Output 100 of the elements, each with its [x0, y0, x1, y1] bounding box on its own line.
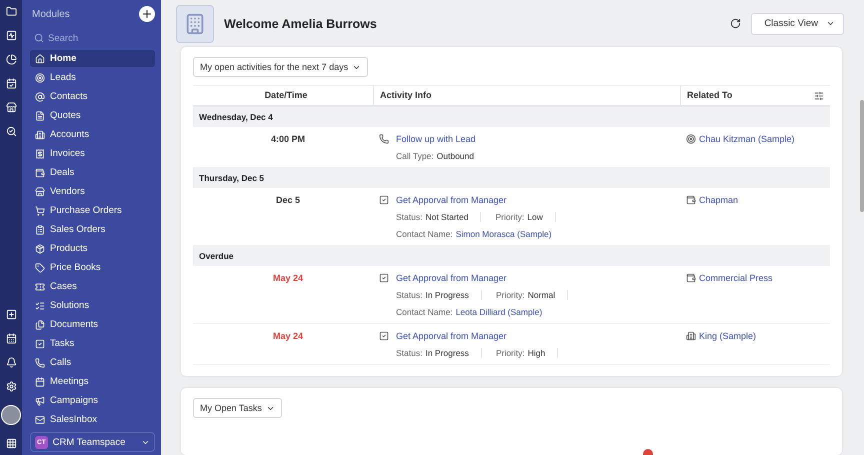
activity-detail: Status: In Progress — [396, 290, 482, 300]
tasks-filter-dropdown[interactable]: My Open Tasks — [193, 398, 282, 418]
welcome-title: Welcome Amelia Burrows — [224, 16, 378, 31]
package-icon — [35, 244, 45, 254]
building-logo-icon — [176, 4, 214, 43]
sidebar-item[interactable]: Documents — [30, 316, 155, 333]
activity-title-link[interactable]: Follow up with Lead — [396, 134, 476, 144]
activity-detail: Status: In Progress — [396, 348, 482, 358]
clipboard-icon — [35, 224, 45, 234]
home-icon — [35, 54, 45, 64]
scrollbar[interactable] — [860, 100, 864, 212]
sidebar-item[interactable]: Vendors — [30, 183, 155, 200]
activity-detail: Contact Name: Simon Morasca (Sample) — [396, 229, 553, 240]
activity-detail: Priority: Normal — [496, 290, 568, 300]
sidebar-title: Modules — [32, 8, 70, 20]
wallet-icon — [35, 168, 45, 178]
pie-chart-icon[interactable] — [6, 54, 16, 65]
activity-title-link[interactable]: Get Apporval from Manager — [396, 331, 507, 342]
chart-icon[interactable] — [6, 30, 16, 41]
receipt-icon — [35, 148, 45, 158]
sidebar-item[interactable]: Deals — [30, 164, 155, 181]
cart-icon — [35, 206, 45, 216]
task-icon — [379, 273, 389, 284]
activity-detail: Call Type: Outbound — [396, 151, 475, 162]
sidebar-item[interactable]: Calls — [30, 354, 155, 371]
group-header: Wednesday, Dec 4 — [193, 107, 830, 128]
activity-detail: Contact Name: Leota Dilliard (Sample) — [396, 307, 544, 318]
calendar-icon[interactable] — [6, 333, 16, 344]
task-icon — [379, 331, 389, 342]
sidebar-item[interactable]: Quotes — [30, 107, 155, 124]
ticket-icon — [35, 282, 45, 292]
building-icon — [686, 331, 696, 342]
phone-icon — [379, 134, 389, 144]
tag-icon — [35, 262, 45, 272]
activity-detail: Priority: Low — [495, 212, 556, 222]
activity-date: Dec 5 — [274, 195, 302, 206]
sidebar-item[interactable]: Products — [30, 240, 155, 257]
sidebar-item[interactable]: Leads — [30, 69, 155, 86]
activity-date: May 24 — [272, 331, 304, 342]
sidebar-item[interactable]: Accounts — [30, 126, 155, 143]
sidebar-item[interactable]: Campaigns — [30, 392, 155, 409]
activity-date: May 24 — [272, 273, 304, 284]
related-record-link[interactable]: King (Sample) — [699, 331, 756, 342]
bell-icon[interactable] — [6, 357, 16, 368]
refresh-icon[interactable] — [730, 18, 742, 30]
group-header: Overdue — [193, 246, 830, 266]
sidebar-item[interactable]: Cases — [30, 278, 155, 295]
sidebar-item[interactable]: Home — [30, 50, 155, 67]
view-dropdown[interactable]: Classic View — [751, 12, 844, 35]
sidebar-item[interactable]: Contacts — [30, 88, 155, 105]
target-icon — [35, 72, 45, 82]
at-sign-icon — [35, 92, 45, 102]
activity-date: 4:00 PM — [270, 134, 306, 144]
sidebar-item[interactable]: SalesInbox — [30, 411, 155, 428]
activity-title-link[interactable]: Get Approval from Manager — [396, 273, 507, 284]
checklist-icon — [35, 300, 45, 310]
target-icon — [686, 134, 696, 144]
checkbox-icon — [35, 338, 45, 348]
search-icon[interactable] — [6, 126, 16, 137]
search-field[interactable]: Search — [48, 32, 128, 44]
activity-detail: Priority: High — [496, 348, 558, 358]
store-icon[interactable] — [6, 102, 16, 113]
apps-grid-icon[interactable] — [6, 438, 16, 449]
sidebar-item[interactable]: Sales Orders — [30, 221, 155, 238]
sidebar-item[interactable]: Solutions — [30, 297, 155, 314]
building-icon — [35, 130, 45, 140]
task-icon — [379, 195, 389, 206]
mail-icon — [35, 414, 45, 424]
megaphone-icon — [35, 396, 45, 406]
column-header: Date/Time — [264, 89, 308, 102]
sidebar-item[interactable]: Purchase Orders — [30, 202, 155, 219]
activity-title-link[interactable]: Get Apporval from Manager — [396, 195, 507, 206]
sidebar-item[interactable]: Invoices — [30, 145, 155, 162]
column-header: Related To — [680, 86, 808, 106]
group-header: Thursday, Dec 5 — [193, 168, 830, 188]
sidebar-item[interactable]: Meetings — [30, 373, 155, 390]
add-square-icon[interactable] — [6, 309, 16, 320]
workspace-name: CRM Teamspace — [52, 436, 126, 448]
activity-filter-dropdown[interactable]: My open activities for the next 7 days — [193, 57, 368, 78]
document-icon — [35, 110, 45, 120]
folder-icon[interactable] — [6, 6, 16, 17]
sidebar-item[interactable]: Tasks — [30, 335, 155, 352]
wallet-icon — [686, 195, 696, 206]
sidebar-item[interactable]: Price Books — [30, 259, 155, 276]
search-icon — [34, 33, 44, 43]
files-icon — [35, 320, 45, 330]
wallet-icon — [686, 273, 696, 284]
add-button[interactable] — [139, 6, 155, 22]
related-record-link[interactable]: Chau Kitzman (Sample) — [699, 134, 795, 144]
plus-icon — [141, 8, 153, 20]
related-record-link[interactable]: Commercial Press — [699, 273, 773, 284]
store-icon — [35, 186, 45, 196]
related-record-link[interactable]: Chapman — [699, 195, 738, 206]
phone-icon — [35, 358, 45, 368]
avatar[interactable] — [1, 405, 21, 425]
calendar-icon — [35, 376, 45, 386]
settings-icon[interactable] — [6, 381, 16, 392]
calendar-check-icon[interactable] — [6, 78, 16, 89]
column-header: Activity Info — [373, 86, 680, 106]
activity-detail: Status: Not Started — [396, 212, 482, 222]
